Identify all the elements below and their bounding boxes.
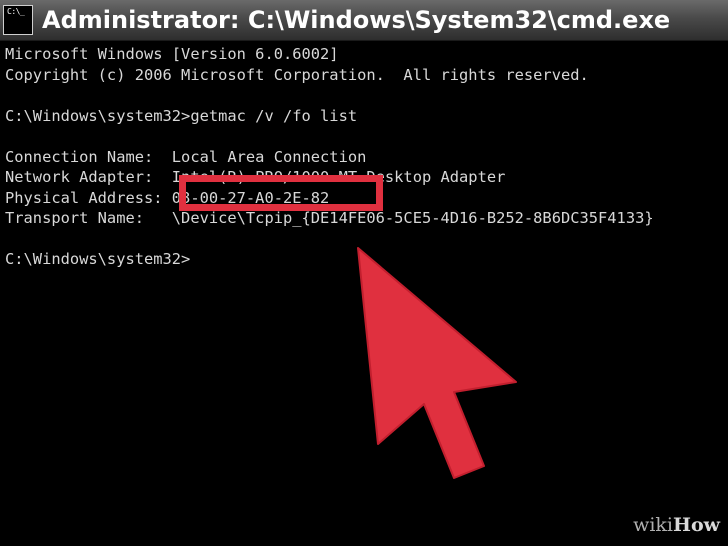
watermark-how: How: [673, 514, 720, 536]
watermark-wiki: wiki: [633, 514, 674, 536]
wikihow-watermark: wikiHow: [633, 514, 720, 536]
pointer-arrow-icon: [357, 247, 517, 479]
